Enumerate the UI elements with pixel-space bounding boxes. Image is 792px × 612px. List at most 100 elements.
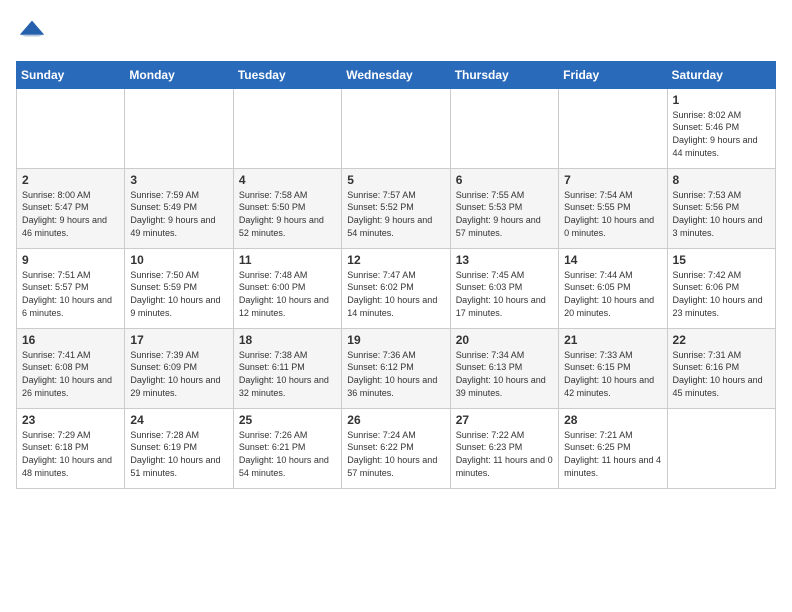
- logo: [16, 16, 46, 49]
- day-number: 13: [456, 253, 553, 267]
- calendar-cell: 5 Sunrise: 7:57 AM Sunset: 5:52 PM Daylig…: [342, 168, 450, 248]
- calendar-cell: 28 Sunrise: 7:21 AM Sunset: 6:25 PM Dayli…: [559, 408, 667, 488]
- calendar-day-header: Saturday: [667, 61, 775, 88]
- day-info: Sunrise: 7:44 AM Sunset: 6:05 PM Dayligh…: [564, 269, 661, 319]
- calendar-day-header: Monday: [125, 61, 233, 88]
- day-info: Sunrise: 7:48 AM Sunset: 6:00 PM Dayligh…: [239, 269, 336, 319]
- calendar-cell: [450, 88, 558, 168]
- day-number: 17: [130, 333, 227, 347]
- calendar-week-row: 9 Sunrise: 7:51 AM Sunset: 5:57 PM Daylig…: [17, 248, 776, 328]
- calendar-cell: 17 Sunrise: 7:39 AM Sunset: 6:09 PM Dayli…: [125, 328, 233, 408]
- calendar-cell: [125, 88, 233, 168]
- day-info: Sunrise: 7:59 AM Sunset: 5:49 PM Dayligh…: [130, 189, 227, 239]
- calendar-cell: 10 Sunrise: 7:50 AM Sunset: 5:59 PM Dayli…: [125, 248, 233, 328]
- calendar-day-header: Sunday: [17, 61, 125, 88]
- day-info: Sunrise: 8:02 AM Sunset: 5:46 PM Dayligh…: [673, 109, 770, 159]
- day-info: Sunrise: 7:38 AM Sunset: 6:11 PM Dayligh…: [239, 349, 336, 399]
- calendar-cell: 4 Sunrise: 7:58 AM Sunset: 5:50 PM Daylig…: [233, 168, 341, 248]
- day-number: 21: [564, 333, 661, 347]
- day-info: Sunrise: 7:55 AM Sunset: 5:53 PM Dayligh…: [456, 189, 553, 239]
- day-info: Sunrise: 7:29 AM Sunset: 6:18 PM Dayligh…: [22, 429, 119, 479]
- day-number: 19: [347, 333, 444, 347]
- calendar-cell: 8Sunrise: 7:53 AM Sunset: 5:56 PM Daylig…: [667, 168, 775, 248]
- calendar-cell: 21 Sunrise: 7:33 AM Sunset: 6:15 PM Dayli…: [559, 328, 667, 408]
- calendar-cell: 23 Sunrise: 7:29 AM Sunset: 6:18 PM Dayli…: [17, 408, 125, 488]
- day-number: 9: [22, 253, 119, 267]
- calendar-cell: 16Sunrise: 7:41 AM Sunset: 6:08 PM Dayli…: [17, 328, 125, 408]
- day-info: Sunrise: 7:33 AM Sunset: 6:15 PM Dayligh…: [564, 349, 661, 399]
- calendar-cell: 7 Sunrise: 7:54 AM Sunset: 5:55 PM Daylig…: [559, 168, 667, 248]
- day-info: Sunrise: 7:54 AM Sunset: 5:55 PM Dayligh…: [564, 189, 661, 239]
- day-number: 26: [347, 413, 444, 427]
- calendar-day-header: Thursday: [450, 61, 558, 88]
- day-info: Sunrise: 7:47 AM Sunset: 6:02 PM Dayligh…: [347, 269, 444, 319]
- calendar-day-header: Friday: [559, 61, 667, 88]
- day-number: 23: [22, 413, 119, 427]
- calendar-header-row: SundayMondayTuesdayWednesdayThursdayFrid…: [17, 61, 776, 88]
- day-number: 4: [239, 173, 336, 187]
- day-info: Sunrise: 7:39 AM Sunset: 6:09 PM Dayligh…: [130, 349, 227, 399]
- day-info: Sunrise: 7:26 AM Sunset: 6:21 PM Dayligh…: [239, 429, 336, 479]
- day-info: Sunrise: 8:00 AM Sunset: 5:47 PM Dayligh…: [22, 189, 119, 239]
- day-info: Sunrise: 7:41 AM Sunset: 6:08 PM Dayligh…: [22, 349, 119, 399]
- calendar-cell: 2 Sunrise: 8:00 AM Sunset: 5:47 PM Daylig…: [17, 168, 125, 248]
- calendar-week-row: 2 Sunrise: 8:00 AM Sunset: 5:47 PM Daylig…: [17, 168, 776, 248]
- day-number: 15: [673, 253, 770, 267]
- day-info: Sunrise: 7:50 AM Sunset: 5:59 PM Dayligh…: [130, 269, 227, 319]
- calendar-cell: [233, 88, 341, 168]
- day-number: 20: [456, 333, 553, 347]
- calendar-cell: 20 Sunrise: 7:34 AM Sunset: 6:13 PM Dayli…: [450, 328, 558, 408]
- calendar-day-header: Wednesday: [342, 61, 450, 88]
- day-info: Sunrise: 7:42 AM Sunset: 6:06 PM Dayligh…: [673, 269, 770, 319]
- day-number: 3: [130, 173, 227, 187]
- calendar-week-row: 23 Sunrise: 7:29 AM Sunset: 6:18 PM Dayli…: [17, 408, 776, 488]
- day-info: Sunrise: 7:58 AM Sunset: 5:50 PM Dayligh…: [239, 189, 336, 239]
- day-info: Sunrise: 7:28 AM Sunset: 6:19 PM Dayligh…: [130, 429, 227, 479]
- day-number: 24: [130, 413, 227, 427]
- day-info: Sunrise: 7:57 AM Sunset: 5:52 PM Dayligh…: [347, 189, 444, 239]
- calendar-cell: [559, 88, 667, 168]
- day-info: Sunrise: 7:36 AM Sunset: 6:12 PM Dayligh…: [347, 349, 444, 399]
- page-header: [16, 16, 776, 49]
- calendar-cell: 3 Sunrise: 7:59 AM Sunset: 5:49 PM Daylig…: [125, 168, 233, 248]
- calendar-cell: [17, 88, 125, 168]
- day-number: 1: [673, 93, 770, 107]
- day-number: 28: [564, 413, 661, 427]
- calendar-cell: 13Sunrise: 7:45 AM Sunset: 6:03 PM Dayli…: [450, 248, 558, 328]
- calendar-cell: 14 Sunrise: 7:44 AM Sunset: 6:05 PM Dayli…: [559, 248, 667, 328]
- day-number: 25: [239, 413, 336, 427]
- day-info: Sunrise: 7:21 AM Sunset: 6:25 PM Dayligh…: [564, 429, 661, 479]
- calendar-cell: 12 Sunrise: 7:47 AM Sunset: 6:02 PM Dayli…: [342, 248, 450, 328]
- calendar-cell: 18 Sunrise: 7:38 AM Sunset: 6:11 PM Dayli…: [233, 328, 341, 408]
- calendar-cell: 15 Sunrise: 7:42 AM Sunset: 6:06 PM Dayli…: [667, 248, 775, 328]
- day-number: 14: [564, 253, 661, 267]
- calendar-cell: 11 Sunrise: 7:48 AM Sunset: 6:00 PM Dayli…: [233, 248, 341, 328]
- calendar-cell: 22 Sunrise: 7:31 AM Sunset: 6:16 PM Dayli…: [667, 328, 775, 408]
- calendar-week-row: 16Sunrise: 7:41 AM Sunset: 6:08 PM Dayli…: [17, 328, 776, 408]
- calendar-cell: 24 Sunrise: 7:28 AM Sunset: 6:19 PM Dayli…: [125, 408, 233, 488]
- day-number: 11: [239, 253, 336, 267]
- calendar-table: SundayMondayTuesdayWednesdayThursdayFrid…: [16, 61, 776, 489]
- day-info: Sunrise: 7:31 AM Sunset: 6:16 PM Dayligh…: [673, 349, 770, 399]
- day-number: 27: [456, 413, 553, 427]
- calendar-cell: 6Sunrise: 7:55 AM Sunset: 5:53 PM Daylig…: [450, 168, 558, 248]
- day-info: Sunrise: 7:51 AM Sunset: 5:57 PM Dayligh…: [22, 269, 119, 319]
- day-number: 2: [22, 173, 119, 187]
- calendar-cell: [342, 88, 450, 168]
- day-number: 18: [239, 333, 336, 347]
- day-number: 22: [673, 333, 770, 347]
- calendar-week-row: 1 Sunrise: 8:02 AM Sunset: 5:46 PM Daylig…: [17, 88, 776, 168]
- day-info: Sunrise: 7:22 AM Sunset: 6:23 PM Dayligh…: [456, 429, 553, 479]
- calendar-cell: 26Sunrise: 7:24 AM Sunset: 6:22 PM Dayli…: [342, 408, 450, 488]
- logo-icon: [18, 16, 46, 44]
- calendar-cell: [667, 408, 775, 488]
- calendar-cell: 27 Sunrise: 7:22 AM Sunset: 6:23 PM Dayli…: [450, 408, 558, 488]
- day-number: 12: [347, 253, 444, 267]
- day-number: 5: [347, 173, 444, 187]
- calendar-cell: 9 Sunrise: 7:51 AM Sunset: 5:57 PM Daylig…: [17, 248, 125, 328]
- calendar-cell: 25 Sunrise: 7:26 AM Sunset: 6:21 PM Dayli…: [233, 408, 341, 488]
- day-number: 10: [130, 253, 227, 267]
- day-number: 7: [564, 173, 661, 187]
- calendar-cell: 1 Sunrise: 8:02 AM Sunset: 5:46 PM Daylig…: [667, 88, 775, 168]
- day-info: Sunrise: 7:34 AM Sunset: 6:13 PM Dayligh…: [456, 349, 553, 399]
